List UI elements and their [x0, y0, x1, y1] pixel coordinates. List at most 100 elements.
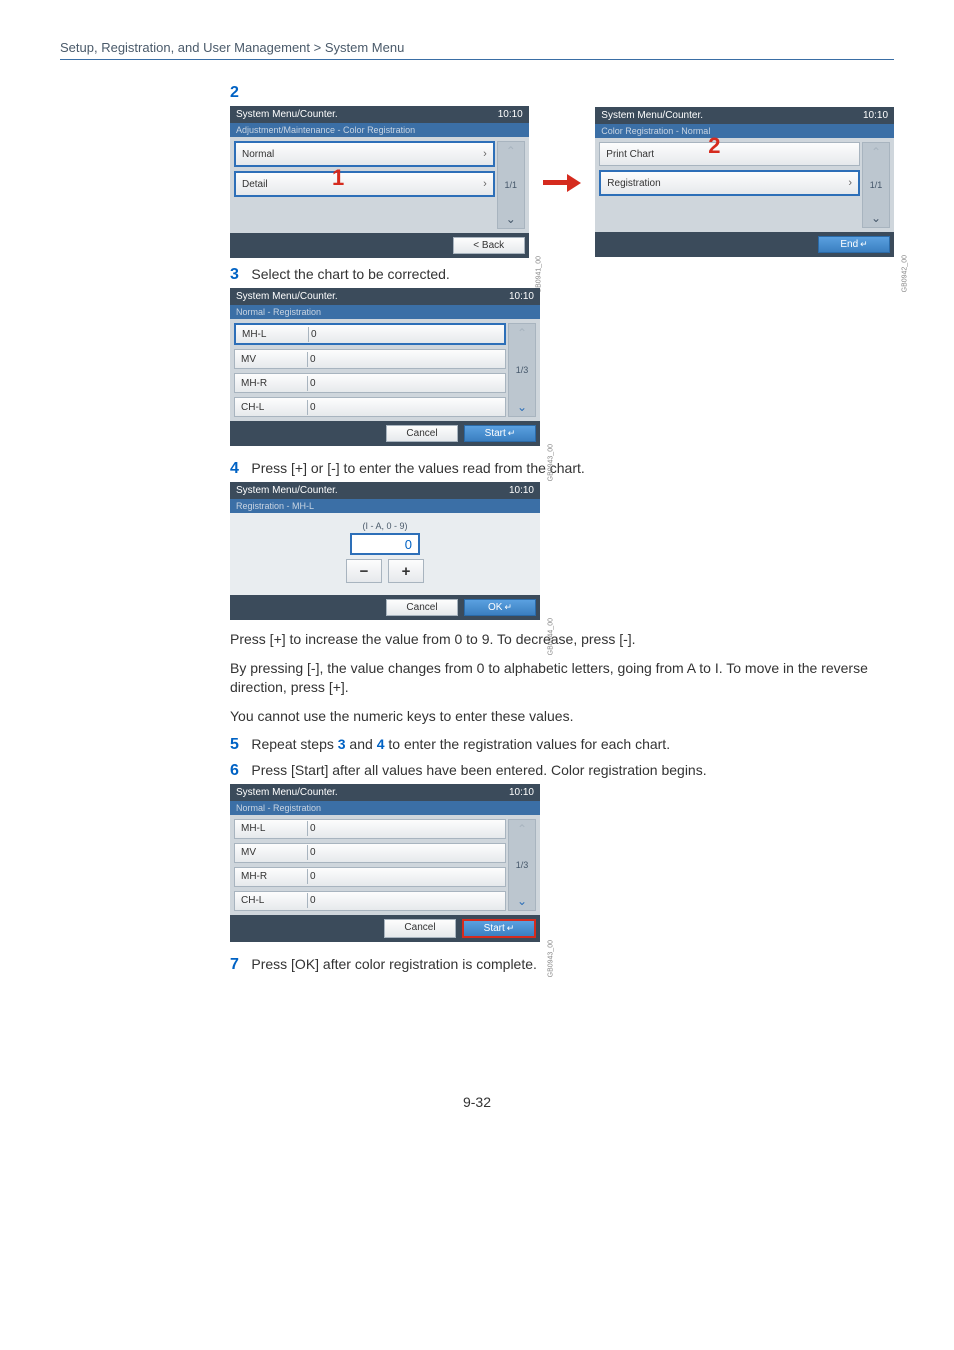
step-6-num: 6 — [230, 762, 239, 779]
pager-nav: ⌃ 1/1 ⌄ — [862, 142, 890, 228]
chevron-right-icon: › — [483, 178, 487, 190]
page-number: 9-32 — [60, 1094, 894, 1110]
list-item-registration[interactable]: Registration › — [599, 170, 860, 196]
plus-button[interactable]: + — [388, 559, 424, 583]
panel-color-registration: System Menu/Counter. 10:10 Adjustment/Ma… — [230, 106, 529, 258]
value-row-chl[interactable]: CH-L 0 — [234, 397, 506, 417]
value-val: 0 — [307, 376, 326, 391]
value-display: 0 — [350, 533, 420, 555]
value-row-mv[interactable]: MV 0 — [234, 843, 506, 863]
step-5-text: Repeat steps 3 and 4 to enter the regist… — [251, 736, 670, 752]
step-4-num: 4 — [230, 460, 239, 477]
minus-button[interactable]: − — [346, 559, 382, 583]
step-4-text: Press [+] or [-] to enter the values rea… — [251, 460, 584, 476]
step-5-num: 5 — [230, 736, 239, 753]
value-val: 0 — [307, 869, 326, 884]
value-key: MH-R — [235, 869, 307, 884]
step-2-num: 2 — [230, 84, 239, 101]
list-item-label: Detail — [242, 179, 268, 190]
enter-icon: ↵ — [507, 923, 515, 933]
chevron-right-icon: › — [483, 148, 487, 160]
panel-subtitle: Adjustment/Maintenance - Color Registrat… — [230, 123, 529, 137]
list-item-label: Registration — [607, 178, 660, 189]
value-row-mv[interactable]: MV 0 — [234, 349, 506, 369]
enter-icon: ↵ — [504, 602, 512, 612]
panel-registration-mhl: System Menu/Counter. 10:10 Registration … — [230, 482, 540, 620]
value-key: MH-L — [235, 821, 307, 836]
pager-count: 1/1 — [504, 180, 517, 190]
panel-time: 10:10 — [509, 787, 534, 798]
value-key: MV — [235, 845, 307, 860]
value-val: 0 — [307, 400, 326, 415]
chevron-up-icon[interactable]: ⌃ — [517, 822, 527, 836]
pager-count: 1/3 — [516, 365, 529, 375]
start-button[interactable]: Start↵ — [464, 425, 536, 442]
breadcrumb: Setup, Registration, and User Management… — [60, 40, 894, 55]
value-row-mhr[interactable]: MH-R 0 — [234, 867, 506, 887]
ok-button[interactable]: OK↵ — [464, 599, 536, 616]
step-3-num: 3 — [230, 266, 239, 283]
chevron-down-icon[interactable]: ⌄ — [517, 894, 527, 908]
list-item-detail[interactable]: Detail › 1 — [234, 171, 495, 197]
panel-subtitle: Normal - Registration — [230, 305, 540, 319]
panel-time: 10:10 — [509, 291, 534, 302]
panel-header: System Menu/Counter. 10:10 — [230, 784, 540, 801]
start-button[interactable]: Start↵ — [462, 919, 536, 938]
figure-id: GB0944_00 — [547, 618, 554, 655]
para-alphabetic: By pressing [-], the value changes from … — [230, 659, 870, 697]
chevron-up-icon[interactable]: ⌃ — [506, 144, 516, 158]
enter-icon: ↵ — [860, 239, 868, 249]
list-item-normal[interactable]: Normal › — [234, 141, 495, 167]
value-val: 0 — [307, 352, 326, 367]
ref-step-3: 3 — [338, 736, 346, 752]
value-row-mhl[interactable]: MH-L 0 — [234, 819, 506, 839]
list-item-label: Normal — [242, 149, 274, 160]
value-val: 0 — [307, 821, 326, 836]
chevron-down-icon[interactable]: ⌄ — [506, 212, 516, 226]
value-val: 0 — [307, 845, 326, 860]
value-val: 0 — [308, 327, 327, 342]
back-button[interactable]: < Back — [453, 237, 525, 254]
end-button[interactable]: End↵ — [818, 236, 890, 253]
pager-nav: ⌃ 1/3 ⌄ — [508, 819, 536, 911]
para-numeric-keys: You cannot use the numeric keys to enter… — [230, 707, 870, 726]
list-item-label: Print Chart — [606, 149, 654, 160]
panel-time: 10:10 — [498, 109, 523, 120]
value-row-mhr[interactable]: MH-R 0 — [234, 373, 506, 393]
chevron-up-icon[interactable]: ⌃ — [871, 145, 881, 159]
chevron-up-icon[interactable]: ⌃ — [517, 326, 527, 340]
panel-header: System Menu/Counter. 10:10 — [595, 107, 894, 124]
value-val: 0 — [307, 893, 326, 908]
chevron-down-icon[interactable]: ⌄ — [517, 400, 527, 414]
chevron-down-icon[interactable]: ⌄ — [871, 211, 881, 225]
cancel-button[interactable]: Cancel — [386, 599, 458, 616]
header-rule — [60, 59, 894, 60]
panel-subtitle: Color Registration - Normal — [595, 124, 894, 138]
panel-subtitle: Normal - Registration — [230, 801, 540, 815]
panel-header: System Menu/Counter. 10:10 — [230, 106, 529, 123]
panel-title: System Menu/Counter. — [236, 485, 338, 496]
panel-title: System Menu/Counter. — [236, 787, 338, 798]
figure-id: GB0943_00 — [547, 940, 554, 977]
panel-time: 10:10 — [509, 485, 534, 496]
panel-color-registration-normal: System Menu/Counter. 10:10 Color Registr… — [595, 107, 894, 257]
value-key: MH-R — [235, 376, 307, 391]
list-item-print-chart[interactable]: Print Chart 2 — [599, 142, 860, 166]
enter-icon: ↵ — [508, 428, 516, 438]
panel-subtitle: Registration - MH-L — [230, 499, 540, 513]
step-6-text: Press [Start] after all values have been… — [251, 762, 706, 778]
pager-count: 1/1 — [870, 180, 883, 190]
cancel-button[interactable]: Cancel — [386, 425, 458, 442]
panel-normal-registration: System Menu/Counter. 10:10 Normal - Regi… — [230, 288, 540, 446]
step-7-text: Press [OK] after color registration is c… — [251, 956, 537, 972]
pager-count: 1/3 — [516, 860, 529, 870]
value-row-mhl[interactable]: MH-L 0 — [234, 323, 506, 345]
figure-id: GB0942_00 — [901, 255, 908, 292]
pager-nav: ⌃ 1/1 ⌄ — [497, 141, 525, 229]
cancel-button[interactable]: Cancel — [384, 919, 456, 938]
panel-normal-registration-start: System Menu/Counter. 10:10 Normal - Regi… — [230, 784, 540, 942]
panel-title: System Menu/Counter. — [236, 291, 338, 302]
value-key: CH-L — [235, 893, 307, 908]
value-row-chl[interactable]: CH-L 0 — [234, 891, 506, 911]
arrow-right-icon — [543, 176, 582, 188]
